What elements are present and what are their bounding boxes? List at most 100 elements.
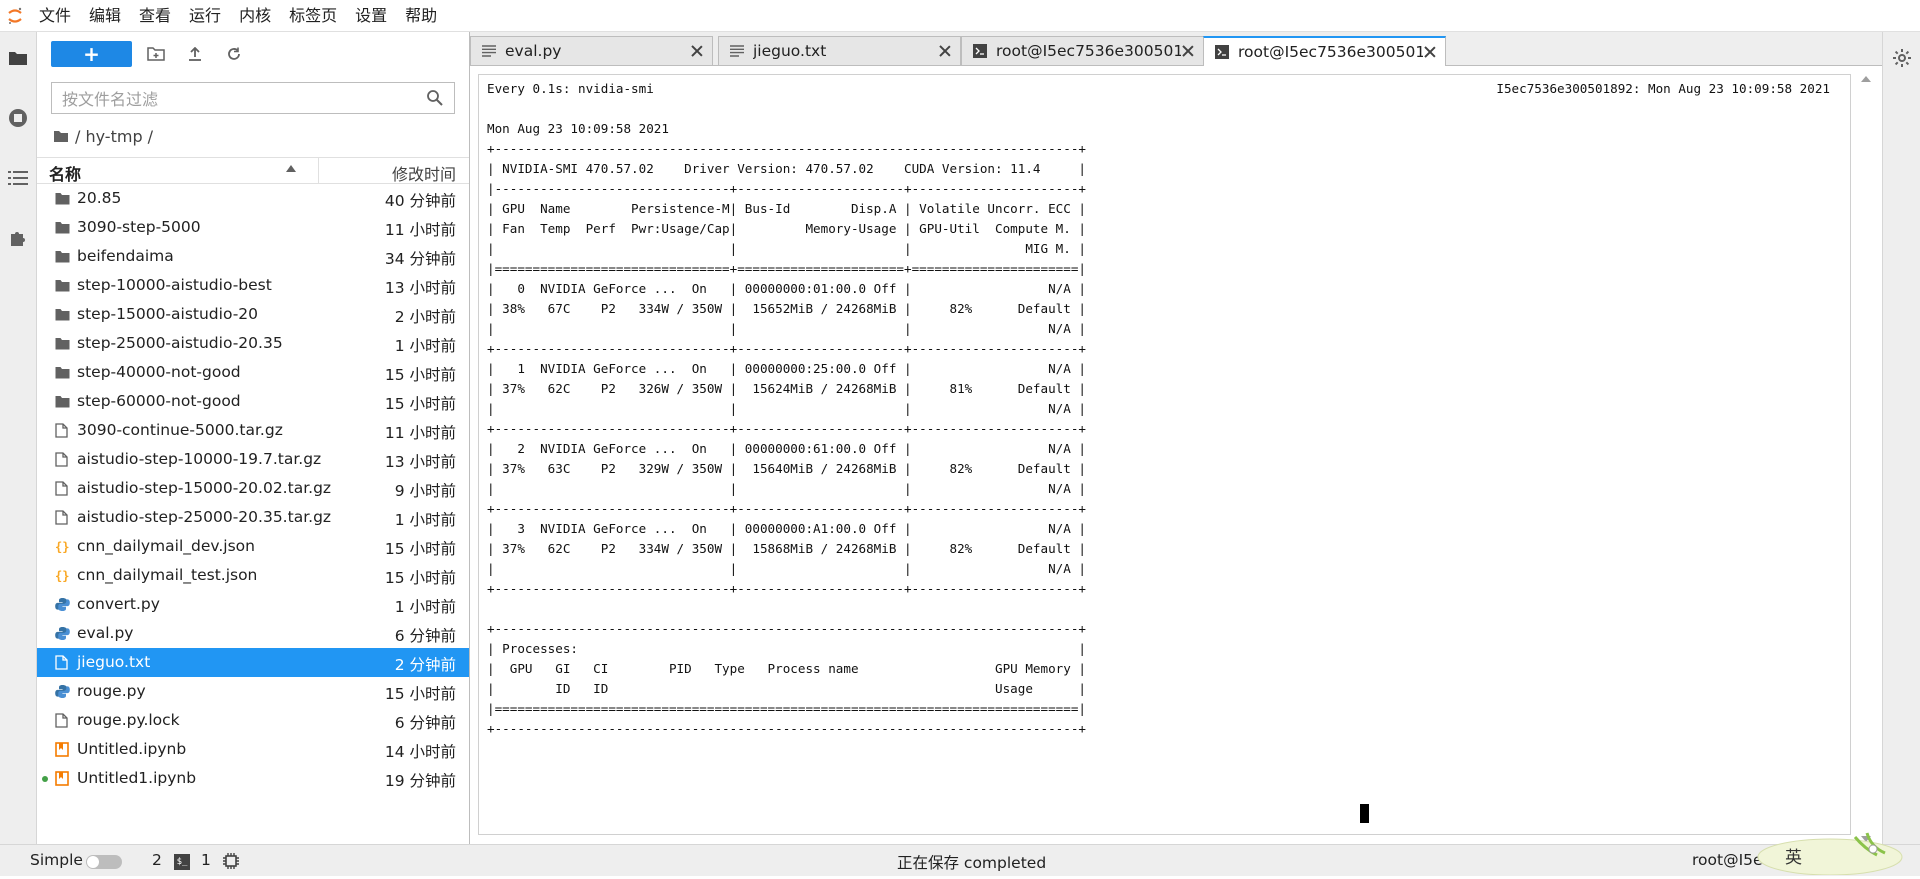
user-status: root@I5e — [1692, 851, 1763, 869]
folder-icon — [55, 278, 70, 293]
file-row[interactable]: aistudio-step-10000-19.7.tar.gz 13 小时前 — [37, 445, 469, 474]
close-icon[interactable] — [938, 44, 952, 58]
menu-help[interactable]: 帮助 — [396, 0, 446, 31]
file-icon — [55, 481, 70, 496]
close-icon[interactable] — [1423, 45, 1437, 59]
file-list-header: 名称 修改时间 — [37, 157, 469, 184]
file-name: Untitled1.ipynb — [77, 769, 197, 787]
file-modified: 11 小时前 — [384, 424, 456, 442]
folder-icon[interactable] — [6, 46, 30, 70]
tab[interactable]: root@I5ec7536e30050189: — [961, 36, 1204, 65]
terminal-icon — [1214, 44, 1230, 60]
file-modified: 6 分钟前 — [394, 714, 456, 732]
file-row[interactable]: rouge.py.lock 6 分钟前 — [37, 706, 469, 735]
tab-active-terminal[interactable]: root@I5ec7536e30050189: — [1203, 36, 1446, 66]
menu-edit[interactable]: 编辑 — [80, 0, 130, 31]
file-icon — [55, 713, 70, 728]
scroll-up-icon[interactable] — [1861, 76, 1871, 82]
file-row[interactable]: beifendaima 34 分钟前 — [37, 242, 469, 271]
file-name: step-60000-not-good — [77, 392, 241, 410]
file-row[interactable]: 3090-step-5000 11 小时前 — [37, 213, 469, 242]
menu-file[interactable]: 文件 — [30, 0, 80, 31]
file-name: step-40000-not-good — [77, 363, 241, 381]
menu-run[interactable]: 运行 — [180, 0, 230, 31]
menu-settings[interactable]: 设置 — [346, 0, 396, 31]
tab[interactable]: eval.py — [470, 36, 713, 65]
file-row[interactable]: 20.85 40 分钟前 — [37, 184, 469, 213]
running-kernels-count[interactable]: 2 — [152, 851, 162, 869]
plus-icon: + — [83, 42, 100, 66]
file-row[interactable]: jieguo.txt 2 分钟前 — [37, 648, 469, 677]
file-filter-input[interactable] — [60, 87, 414, 111]
file-row[interactable]: {} cnn_dailymail_test.json 15 小时前 — [37, 561, 469, 590]
simple-mode-toggle[interactable] — [86, 855, 122, 869]
menu-view[interactable]: 查看 — [130, 0, 180, 31]
folder-icon[interactable] — [53, 130, 69, 143]
file-modified: 34 分钟前 — [384, 250, 456, 268]
simple-mode-label: Simple — [30, 851, 83, 869]
file-row[interactable]: eval.py 6 分钟前 — [37, 619, 469, 648]
file-row[interactable]: step-10000-aistudio-best 13 小时前 — [37, 271, 469, 300]
running-kernels-icon[interactable] — [6, 106, 30, 130]
terminal-icon: $_ — [174, 854, 190, 870]
file-modified: 13 小时前 — [384, 279, 456, 297]
python-file-icon — [55, 684, 70, 699]
activity-bar — [0, 32, 37, 844]
file-row[interactable]: 3090-continue-5000.tar.gz 11 小时前 — [37, 416, 469, 445]
file-row[interactable]: rouge.py 15 小时前 — [37, 677, 469, 706]
tab[interactable]: jieguo.txt — [718, 36, 961, 65]
file-row[interactable]: step-40000-not-good 15 小时前 — [37, 358, 469, 387]
file-modified: 40 分钟前 — [384, 192, 456, 210]
new-folder-icon[interactable] — [145, 43, 167, 65]
tab-bar: eval.py jieguo.txt root@I5ec7536e30050189:… — [470, 32, 1882, 66]
column-modified-header[interactable]: 修改时间 — [392, 161, 456, 185]
file-row[interactable]: step-25000-aistudio-20.35 1 小时前 — [37, 329, 469, 358]
terminal-scrollbar[interactable] — [1858, 74, 1872, 844]
file-row[interactable]: aistudio-step-15000-20.02.tar.gz 9 小时前 — [37, 474, 469, 503]
close-icon[interactable] — [690, 44, 704, 58]
file-name: convert.py — [77, 595, 160, 613]
file-row[interactable]: step-15000-aistudio-20 2 小时前 — [37, 300, 469, 329]
terminal-panel[interactable]: Every 0.1s: nvidia-smi Mon Aug 23 10:09:… — [478, 74, 1851, 835]
file-row[interactable]: step-60000-not-good 15 小时前 — [37, 387, 469, 416]
menu-kernel[interactable]: 内核 — [230, 0, 280, 31]
file-modified: 11 小时前 — [384, 221, 456, 239]
file-row[interactable]: Untitled1.ipynb 19 分钟前 — [37, 764, 469, 793]
search-icon — [426, 89, 446, 109]
column-divider[interactable] — [318, 158, 319, 184]
folder-icon — [55, 394, 70, 409]
kernel-status-chip-icon[interactable] — [222, 852, 240, 870]
breadcrumb-path[interactable]: / hy-tmp / — [75, 127, 153, 146]
file-row[interactable]: Untitled.ipynb 14 小时前 — [37, 735, 469, 764]
file-icon — [55, 655, 70, 670]
upload-icon[interactable] — [184, 43, 206, 65]
python-file-icon — [55, 626, 70, 641]
file-modified: 15 小时前 — [384, 569, 456, 587]
input-method-widget[interactable]: 英 — [1755, 827, 1905, 876]
new-launcher-button[interactable]: + — [51, 41, 132, 67]
table-of-contents-icon[interactable] — [6, 166, 30, 190]
file-name: cnn_dailymail_test.json — [77, 566, 258, 584]
close-icon[interactable] — [1181, 44, 1195, 58]
running-indicator — [42, 776, 48, 782]
refresh-icon[interactable] — [223, 43, 245, 65]
terminal-output: Every 0.1s: nvidia-smi Mon Aug 23 10:09:… — [487, 81, 1086, 736]
file-name: aistudio-step-25000-20.35.tar.gz — [77, 508, 332, 526]
sort-ascending-icon[interactable] — [286, 165, 296, 172]
folder-icon — [55, 336, 70, 351]
menu-bar: 文件 编辑 查看 运行 内核 标签页 设置 帮助 — [0, 0, 1920, 32]
file-row[interactable]: aistudio-step-25000-20.35.tar.gz 1 小时前 — [37, 503, 469, 532]
terminal-host-timestamp: I5ec7536e300501892: Mon Aug 23 10:09:58 … — [1496, 81, 1830, 96]
extension-manager-icon[interactable] — [6, 226, 30, 250]
folder-icon — [55, 365, 70, 380]
column-name-header[interactable]: 名称 — [49, 161, 81, 185]
menu-tabs[interactable]: 标签页 — [280, 0, 346, 31]
terminal-icon — [972, 43, 988, 59]
running-terminals-count[interactable]: 1 — [201, 851, 211, 869]
tab-label: root@I5ec7536e30050189: — [996, 42, 1181, 60]
property-inspector-gear-icon[interactable] — [1892, 48, 1912, 72]
file-row[interactable]: convert.py 1 小时前 — [37, 590, 469, 619]
file-row[interactable]: {} cnn_dailymail_dev.json 15 小时前 — [37, 532, 469, 561]
file-modified: 14 小时前 — [384, 743, 456, 761]
file-modified: 9 小时前 — [394, 482, 456, 500]
